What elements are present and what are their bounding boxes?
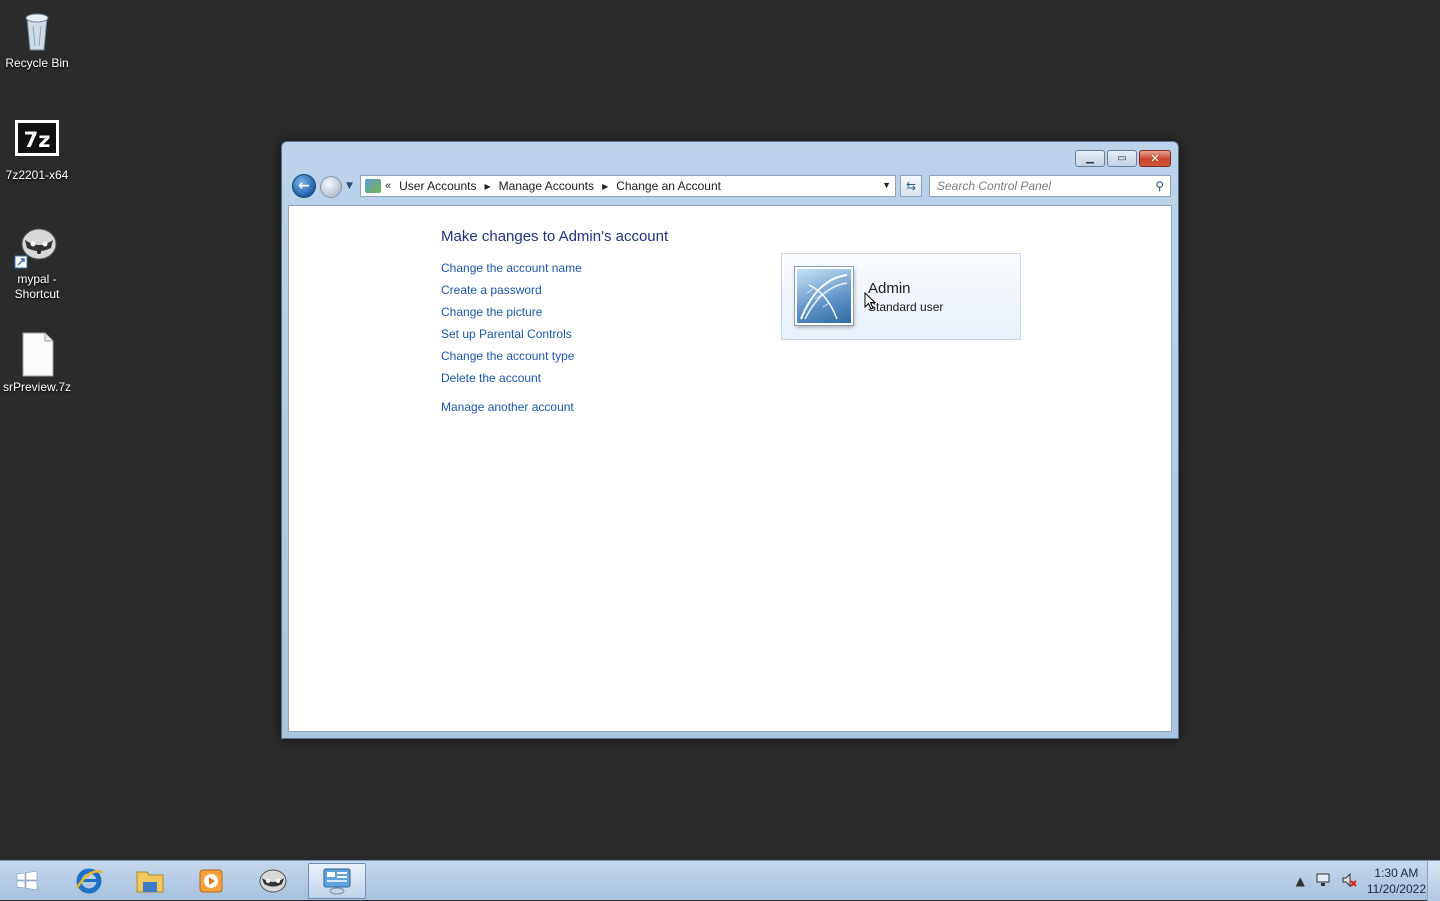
desktop-icon-7zip[interactable]: 7z 7z2201-x64 [0, 118, 74, 183]
volume-muted-icon[interactable] [1341, 872, 1357, 891]
desktop-icon-label: srPreview.7z [2, 380, 72, 394]
back-arrow-icon: ← [298, 178, 310, 194]
address-bar[interactable]: « User Accounts ▶ Manage Accounts ▶ Chan… [360, 175, 896, 197]
7zip-icon: 7z [13, 118, 61, 166]
account-tile: Admin Standard user [781, 253, 1021, 340]
start-button[interactable] [0, 863, 54, 899]
show-desktop-button[interactable] [1427, 861, 1440, 901]
recycle-bin-icon [13, 6, 61, 54]
link-delete-account[interactable]: Delete the account [441, 370, 582, 392]
desktop-icon-label: mypal - Shortcut [14, 272, 60, 301]
breadcrumb-manage-accounts[interactable]: Manage Accounts [499, 179, 594, 193]
taskbar: ▲ 1:30 AM 11/20/2022 [0, 860, 1440, 901]
svg-text:7z: 7z [24, 128, 51, 152]
breadcrumb-change-account[interactable]: Change an Account [616, 179, 721, 193]
taskbar-file-explorer[interactable] [123, 863, 177, 899]
taskbar-media-player[interactable] [184, 863, 238, 899]
back-button[interactable]: ← [292, 174, 316, 198]
desktop-icon-label: 7z2201-x64 [5, 168, 69, 182]
close-icon: ✕ [1150, 152, 1160, 165]
refresh-button[interactable]: ⇆ [900, 175, 922, 197]
breadcrumb-overflow[interactable]: « [385, 180, 391, 192]
navigation-bar: ← ▼ « User Accounts ▶ Manage Accounts ▶ … [290, 173, 1171, 199]
close-button[interactable]: ✕ [1139, 150, 1171, 167]
media-player-icon [199, 869, 223, 893]
search-icon[interactable]: ⚲ [1155, 179, 1164, 193]
breadcrumb-separator-icon[interactable]: ▶ [485, 182, 491, 191]
mypal-shortcut-icon [13, 222, 61, 270]
control-panel-icon [365, 179, 381, 193]
mypal-icon [259, 869, 287, 893]
system-tray: ▲ 1:30 AM 11/20/2022 [1296, 861, 1426, 901]
link-change-account-name[interactable]: Change the account name [441, 260, 582, 282]
minimize-icon: ▁ [1086, 153, 1094, 164]
taskbar-internet-explorer[interactable] [62, 863, 116, 899]
chevron-down-icon: ▼ [346, 181, 353, 191]
desktop-icon-label: Recycle Bin [5, 56, 69, 70]
search-box[interactable]: ⚲ [929, 175, 1171, 197]
recent-pages-dropdown[interactable]: ▼ [346, 181, 353, 191]
clock-date: 11/20/2022 [1366, 882, 1426, 896]
network-icon[interactable] [1315, 872, 1331, 891]
control-panel-icon [323, 868, 351, 895]
mouse-cursor-icon [864, 291, 877, 315]
link-manage-another-account[interactable]: Manage another account [441, 399, 582, 421]
content-pane: Make changes to Admin's account Change t… [288, 205, 1172, 732]
account-picture [795, 267, 853, 325]
link-create-password[interactable]: Create a password [441, 282, 582, 304]
desktop-icon-recycle-bin[interactable]: Recycle Bin [0, 6, 74, 71]
taskbar-control-panel[interactable] [308, 863, 366, 899]
minimize-button[interactable]: ▁ [1075, 150, 1105, 167]
file-icon [13, 330, 61, 378]
show-hidden-icons-icon[interactable]: ▲ [1296, 874, 1305, 888]
account-type: Standard user [868, 300, 944, 314]
caption-buttons: ▁ ▭ ✕ [1075, 150, 1171, 167]
clock-time: 1:30 AM [1374, 866, 1419, 880]
maximize-icon: ▭ [1117, 153, 1127, 164]
maximize-button[interactable]: ▭ [1107, 150, 1137, 167]
file-explorer-icon [136, 871, 164, 893]
breadcrumb-separator-icon[interactable]: ▶ [602, 182, 608, 191]
internet-explorer-icon [75, 868, 103, 894]
page-title: Make changes to Admin's account [441, 228, 669, 245]
desktop-icon-mypal[interactable]: mypal - Shortcut [0, 222, 74, 302]
link-change-picture[interactable]: Change the picture [441, 304, 582, 326]
task-links: Change the account name Create a passwor… [441, 260, 582, 421]
taskbar-mypal[interactable] [246, 863, 300, 899]
search-input[interactable] [937, 179, 1137, 193]
link-parental-controls[interactable]: Set up Parental Controls [441, 326, 582, 348]
refresh-icon: ⇆ [905, 179, 917, 193]
clock[interactable]: 1:30 AM 11/20/2022 [1367, 865, 1426, 897]
address-dropdown-icon[interactable]: ▼ [882, 180, 891, 190]
control-panel-window: ▁ ▭ ✕ ← ▼ « User Accounts ▶ Manage Accou… [281, 141, 1179, 739]
desktop-icon-srpreview[interactable]: srPreview.7z [0, 330, 74, 395]
link-change-account-type[interactable]: Change the account type [441, 348, 582, 370]
forward-button[interactable] [320, 176, 342, 198]
start-icon [16, 870, 38, 891]
breadcrumb-user-accounts[interactable]: User Accounts [399, 179, 476, 193]
